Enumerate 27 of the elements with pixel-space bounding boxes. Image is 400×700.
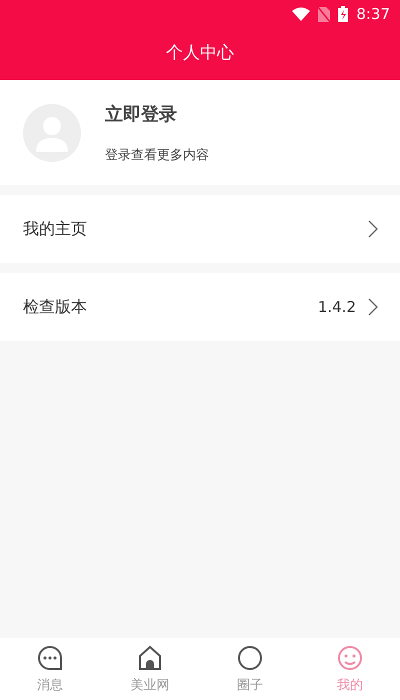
- tab-label: 圈子: [237, 677, 263, 694]
- tab-label: 我的: [337, 677, 363, 694]
- login-title: 立即登录: [105, 102, 178, 126]
- tab-item[interactable]: 消息: [0, 638, 100, 700]
- tab-item[interactable]: 我的: [300, 638, 400, 700]
- tab-label: 消息: [37, 677, 63, 694]
- page-title: 个人中心: [166, 42, 234, 64]
- home-icon: [136, 644, 164, 672]
- status-time: 8:37: [356, 5, 390, 23]
- tab-item[interactable]: 美业网: [100, 638, 200, 700]
- profile-card[interactable]: 立即登录 登录查看更多内容: [0, 80, 400, 185]
- menu-label: 检查版本: [23, 296, 88, 318]
- tab-label: 美业网: [130, 677, 170, 694]
- menu-label: 我的主页: [23, 218, 88, 240]
- login-hint: 登录查看更多内容: [105, 146, 209, 164]
- no-sim-icon: [318, 6, 330, 22]
- chat-bubble-icon: [36, 644, 64, 672]
- menu-row[interactable]: 检查版本 1.4.2: [0, 273, 400, 341]
- tab-item[interactable]: 圈子: [200, 638, 300, 700]
- version-value: 1.4.2: [318, 298, 356, 316]
- circle-icon: [236, 644, 264, 672]
- smiley-icon: [336, 644, 364, 672]
- battery-charging-icon: [338, 6, 348, 22]
- menu-row[interactable]: 我的主页: [0, 195, 400, 263]
- chevron-right-icon: [368, 220, 378, 238]
- wifi-icon: [292, 7, 310, 21]
- chevron-right-icon: [368, 298, 378, 316]
